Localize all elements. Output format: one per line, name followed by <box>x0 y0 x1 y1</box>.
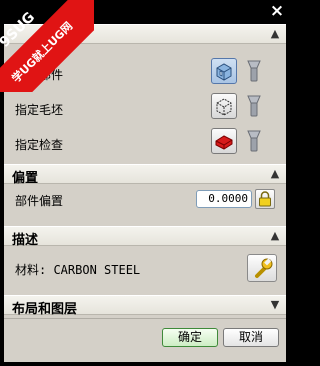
chevron-down-icon[interactable]: ▼ <box>267 297 283 313</box>
divider <box>4 318 286 319</box>
check-geometry-icon <box>215 135 233 150</box>
chevron-up-icon[interactable]: ▲ <box>267 166 283 182</box>
close-button[interactable]: × <box>267 2 287 21</box>
part-icon <box>216 63 232 81</box>
description-section-body: 材料: CARBON STEEL <box>4 246 286 292</box>
flashlight-icon <box>247 60 261 82</box>
specify-blank-label: 指定毛坯 <box>15 103 64 117</box>
display-part-button[interactable] <box>242 58 266 84</box>
specify-check-label: 指定检查 <box>15 138 64 152</box>
ok-button[interactable]: 确定 <box>162 328 218 347</box>
lock-button[interactable] <box>255 189 275 209</box>
select-check-button[interactable] <box>211 128 237 154</box>
layout-layers-section-header[interactable]: 布局和图层 ▼ <box>4 295 286 317</box>
material-label: 材料: CARBON STEEL <box>15 263 141 277</box>
blank-icon <box>216 98 232 116</box>
chevron-up-icon[interactable]: ▲ <box>267 228 283 244</box>
offset-section-body: 部件偏置 0.0000 <box>4 184 286 224</box>
chevron-up-icon[interactable]: ▲ <box>267 26 283 42</box>
cancel-button[interactable]: 取消 <box>223 328 279 347</box>
lock-icon <box>259 191 271 207</box>
edit-material-button[interactable] <box>247 254 277 282</box>
flashlight-icon <box>247 95 261 117</box>
display-check-button[interactable] <box>242 128 266 154</box>
display-blank-button[interactable] <box>242 93 266 119</box>
dialog-window: × ▲ 指定部件 指定毛坯 <box>0 0 290 366</box>
offset-section-header[interactable]: 偏置 ▲ <box>4 164 286 186</box>
part-offset-input[interactable]: 0.0000 <box>196 190 252 208</box>
wrench-icon <box>255 258 273 278</box>
flashlight-icon <box>247 130 261 152</box>
layout-layers-section-title: 布局和图层 <box>12 302 78 317</box>
select-part-button[interactable] <box>211 58 237 84</box>
part-offset-label: 部件偏置 <box>15 194 64 208</box>
watermark-logo: 9SUG 学UG就上UG网 <box>0 0 94 92</box>
description-section-header[interactable]: 描述 ▲ <box>4 226 286 248</box>
select-blank-button[interactable] <box>211 93 237 119</box>
